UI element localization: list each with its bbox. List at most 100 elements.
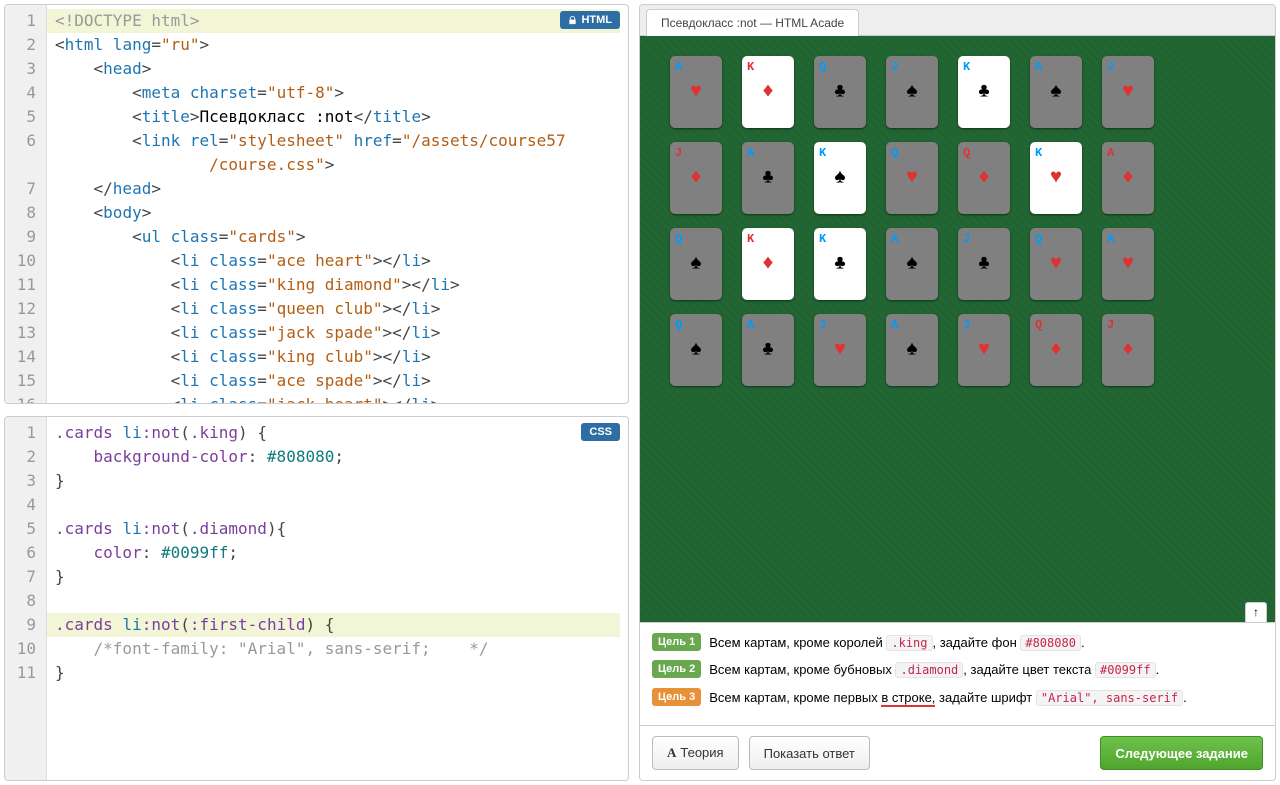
card-rank: A (747, 318, 754, 332)
card-suit-heart-icon: ♥ (834, 339, 846, 362)
card-suit-club-icon: ♣ (762, 167, 774, 190)
card-suit-spade-icon: ♠ (690, 253, 702, 276)
playing-card: A♥ (1102, 228, 1154, 300)
card-suit-diamond-icon: ♦ (762, 253, 774, 276)
playing-card: Q♦ (958, 142, 1010, 214)
card-rank: A (1107, 146, 1114, 160)
card-suit-diamond-icon: ♦ (978, 167, 990, 190)
goal-row-2: Цель 2Всем картам, кроме бубновых .diamo… (652, 660, 1263, 680)
playing-card: A♣ (742, 142, 794, 214)
html-gutter: 123456 78910111213141516 (5, 5, 47, 403)
playing-card: A♠ (886, 314, 938, 386)
playing-card: J♣ (958, 228, 1010, 300)
playing-card: A♣ (742, 314, 794, 386)
playing-card: K♦ (742, 56, 794, 128)
playing-card: J♥ (814, 314, 866, 386)
card-rank: J (675, 146, 682, 160)
card-rank: K (1035, 146, 1042, 160)
preview-tab[interactable]: Псевдокласс :not — HTML Acade (646, 9, 859, 36)
card-suit-diamond-icon: ♦ (690, 167, 702, 190)
card-rank: Q (675, 232, 682, 246)
card-suit-spade-icon: ♠ (906, 339, 918, 362)
collapse-goals-button[interactable]: ↑ (1245, 602, 1267, 622)
card-suit-club-icon: ♣ (834, 253, 846, 276)
card-rank: K (819, 232, 826, 246)
card-suit-club-icon: ♣ (762, 339, 774, 362)
playing-card: K♥ (1030, 142, 1082, 214)
card-rank: Q (1035, 318, 1042, 332)
playing-card: K♠ (814, 142, 866, 214)
html-badge-label: HTML (581, 14, 612, 26)
theory-label: Теория (680, 745, 723, 760)
card-suit-diamond-icon: ♦ (762, 81, 774, 104)
card-rank: A (675, 60, 682, 74)
html-badge: HTML (560, 11, 620, 29)
card-rank: J (1107, 318, 1114, 332)
card-rank: Q (891, 146, 898, 160)
goal-row-3: Цель 3 Всем картам, кроме первых в строке… (652, 688, 1263, 708)
card-suit-club-icon: ♣ (834, 81, 846, 104)
card-suit-heart-icon: ♥ (690, 81, 702, 104)
preview-tabbar: Псевдокласс :not — HTML Acade (640, 5, 1275, 36)
playing-card: J♦ (1102, 314, 1154, 386)
card-rank: K (819, 146, 826, 160)
card-suit-heart-icon: ♥ (1122, 253, 1134, 276)
card-rank: A (891, 318, 898, 332)
card-suit-spade-icon: ♠ (1050, 81, 1062, 104)
card-rank: J (1107, 60, 1114, 74)
goal-label: Цель 1 (652, 633, 701, 651)
playing-card: Q♣ (814, 56, 866, 128)
playing-card: J♥ (1102, 56, 1154, 128)
playing-card: A♦ (1102, 142, 1154, 214)
card-rank: A (891, 232, 898, 246)
card-rank: K (747, 232, 754, 246)
playing-card: A♠ (886, 228, 938, 300)
card-suit-heart-icon: ♥ (1050, 253, 1062, 276)
show-answer-button[interactable]: Показать ответ (749, 736, 870, 770)
playing-card: Q♠ (670, 228, 722, 300)
card-rank: A (1107, 232, 1114, 246)
goal-text: Всем картам, кроме первых в строке, зада… (709, 688, 1187, 708)
lock-icon (568, 16, 577, 25)
card-suit-spade-icon: ♠ (834, 167, 846, 190)
playing-card: K♦ (742, 228, 794, 300)
card-rank: Q (819, 60, 826, 74)
card-suit-spade-icon: ♠ (690, 339, 702, 362)
html-code[interactable]: <!DOCTYPE html><html lang="ru"> <head> <… (47, 5, 628, 403)
playing-card: A♥ (670, 56, 722, 128)
card-suit-spade-icon: ♠ (906, 253, 918, 276)
css-code[interactable]: .cards li:not(.king) { background-color:… (47, 417, 628, 780)
card-rank: J (963, 232, 970, 246)
card-suit-heart-icon: ♥ (1050, 167, 1062, 190)
playing-card: J♥ (958, 314, 1010, 386)
card-suit-diamond-icon: ♦ (1122, 339, 1134, 362)
playing-card: J♦ (670, 142, 722, 214)
css-badge: CSS (581, 423, 620, 441)
preview-frame: A♥K♦Q♣J♠K♣A♠J♥J♦A♣K♠Q♥Q♦K♥A♦Q♠K♦K♣A♠J♣Q♥… (640, 36, 1275, 622)
playing-card: K♣ (814, 228, 866, 300)
card-rank: A (747, 146, 754, 160)
css-badge-label: CSS (589, 426, 612, 438)
playing-card: J♠ (886, 56, 938, 128)
card-rank: K (747, 60, 754, 74)
next-task-button[interactable]: Следующее задание (1100, 736, 1263, 770)
goal-label: Цель 3 (652, 688, 701, 706)
playing-card: Q♥ (886, 142, 938, 214)
card-suit-spade-icon: ♠ (906, 81, 918, 104)
footer-buttons: AТеория Показать ответ Следующее задание (640, 725, 1275, 780)
card-rank: J (819, 318, 826, 332)
html-editor: HTML 123456 78910111213141516 <!DOCTYPE … (4, 4, 629, 404)
theory-button[interactable]: AТеория (652, 736, 739, 770)
goal-text: Всем картам, кроме бубновых .diamond, за… (709, 660, 1159, 680)
card-suit-heart-icon: ♥ (1122, 81, 1134, 104)
card-suit-heart-icon: ♥ (978, 339, 990, 362)
playing-card: Q♠ (670, 314, 722, 386)
card-suit-club-icon: ♣ (978, 81, 990, 104)
playing-card: Q♥ (1030, 228, 1082, 300)
playing-card: A♠ (1030, 56, 1082, 128)
playing-card: Q♦ (1030, 314, 1082, 386)
css-gutter: 1234567891011 (5, 417, 47, 780)
card-suit-club-icon: ♣ (978, 253, 990, 276)
css-editor: CSS 1234567891011 .cards li:not(.king) {… (4, 416, 629, 781)
card-suit-diamond-icon: ♦ (1050, 339, 1062, 362)
